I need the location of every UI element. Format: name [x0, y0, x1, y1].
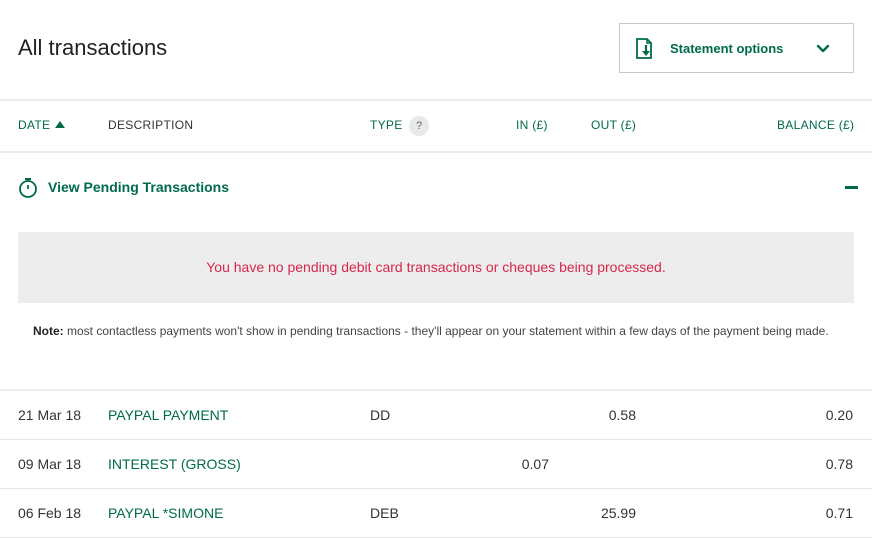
pending-note: Note: most contactless payments won't sh…: [33, 323, 843, 340]
tx-date: 06 Feb 18: [18, 505, 82, 521]
tx-date: 21 Mar 18: [18, 407, 82, 423]
table-row[interactable]: 21 Mar 18 PAYPAL PAYMENT DD 0.58 0.20: [0, 390, 872, 439]
table-row[interactable]: 09 Mar 18 INTEREST (GROSS) 0.07 0.78: [0, 439, 872, 488]
tx-balance: 0.71: [825, 505, 853, 521]
tx-type: DEB: [370, 505, 399, 521]
date-header-label: DATE: [18, 118, 51, 132]
tx-description[interactable]: PAYPAL PAYMENT: [108, 407, 228, 423]
page-title: All transactions: [18, 35, 168, 60]
statement-options-label: Statement options: [670, 41, 784, 56]
tx-balance: 0.20: [825, 407, 853, 423]
stopwatch-icon: [19, 178, 37, 198]
table-row[interactable]: 06 Feb 18 PAYPAL *SIMONE DEB 25.99 0.71: [0, 488, 872, 537]
tx-date: 09 Mar 18: [18, 456, 82, 472]
out-column-header: OUT (£): [591, 118, 637, 132]
pending-notice-text: You have no pending debit card transacti…: [206, 259, 666, 275]
description-column-header: DESCRIPTION: [108, 118, 194, 132]
tx-balance: 0.78: [825, 456, 853, 472]
tx-in: 0.07: [521, 456, 549, 472]
tx-type: DD: [370, 407, 391, 423]
pending-transactions-toggle[interactable]: View Pending Transactions: [0, 170, 872, 206]
balance-column-header: BALANCE (£): [777, 118, 855, 132]
in-column-header: IN (£): [516, 118, 548, 132]
tx-description[interactable]: INTEREST (GROSS): [108, 456, 241, 472]
view-pending-link[interactable]: View Pending Transactions: [48, 179, 229, 195]
collapse-minus-icon[interactable]: [845, 186, 858, 189]
help-icon[interactable]: ?: [409, 116, 429, 136]
page-header: All transactions Statement options: [0, 0, 872, 100]
columns-divider: [0, 151, 872, 153]
date-column-header[interactable]: DATE: [18, 118, 66, 132]
tx-out: 25.99: [600, 505, 636, 521]
pending-notice: You have no pending debit card transacti…: [18, 232, 854, 303]
sort-ascending-icon: [55, 121, 66, 128]
document-download-icon: [636, 38, 652, 59]
statement-options-button[interactable]: Statement options: [619, 23, 854, 73]
note-text: most contactless payments won't show in …: [63, 324, 829, 338]
tx-description[interactable]: PAYPAL *SIMONE: [108, 505, 223, 521]
header-divider: [0, 99, 872, 101]
tx-out: 0.58: [608, 407, 636, 423]
chevron-down-icon: [816, 44, 830, 53]
type-column-header: TYPE: [370, 118, 403, 132]
note-label: Note:: [33, 324, 64, 338]
